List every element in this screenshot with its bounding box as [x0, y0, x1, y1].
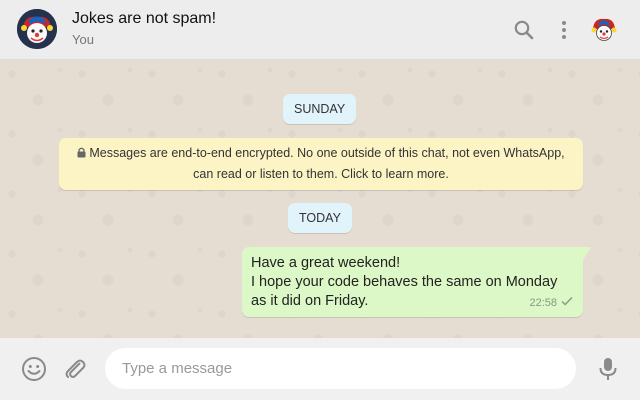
emoji-icon[interactable] [21, 356, 47, 382]
group-avatar-icon[interactable] [17, 9, 57, 49]
composer-bar [0, 338, 640, 400]
search-icon[interactable] [512, 18, 536, 42]
chat-header: Jokes are not spam! You [0, 0, 640, 60]
message-input[interactable] [105, 348, 576, 389]
lock-icon [77, 144, 86, 164]
day-separator-sunday: SUNDAY [283, 94, 357, 124]
message-line: Have a great weekend! [251, 255, 401, 271]
attach-icon[interactable] [62, 356, 88, 382]
chat-area[interactable]: SUNDAY Messages are end-to-end encrypted… [0, 60, 640, 338]
outgoing-message[interactable]: Have a great weekend! I hope your code b… [242, 247, 591, 317]
encryption-notice[interactable]: Messages are end-to-end encrypted. No on… [59, 138, 583, 190]
day-separator-today: TODAY [288, 203, 352, 233]
chat-title[interactable]: Jokes are not spam! [72, 10, 216, 28]
profile-avatar-icon[interactable] [590, 15, 618, 43]
message-meta: 22:58 [529, 294, 573, 313]
bubble-tail-icon [583, 247, 591, 260]
encryption-notice-text: Messages are end-to-end encrypted. No on… [89, 146, 565, 181]
message-line: I hope your code behaves the same on Mon… [251, 274, 558, 309]
menu-icon[interactable] [552, 18, 576, 42]
sent-check-icon [561, 294, 573, 313]
chat-subtitle: You [72, 32, 94, 47]
message-time: 22:58 [529, 297, 557, 309]
mic-icon[interactable] [596, 356, 620, 382]
